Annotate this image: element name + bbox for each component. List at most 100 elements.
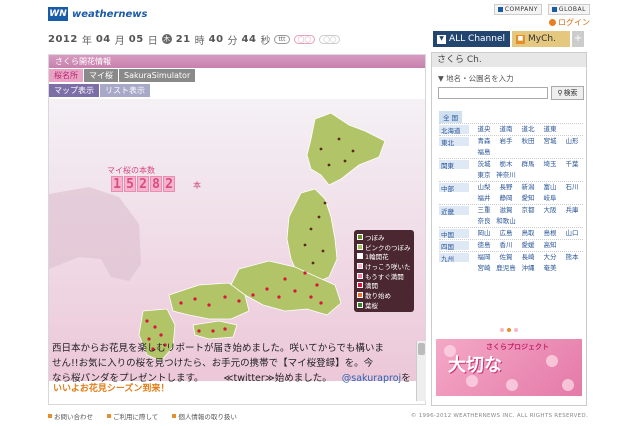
- prefecture-link[interactable]: 福井: [473, 194, 495, 203]
- region-name[interactable]: 四国: [439, 241, 469, 251]
- tab-all-channel[interactable]: ▼ ALL Channel: [433, 31, 510, 47]
- month: 04: [95, 33, 111, 45]
- sakura-project-banner[interactable]: さくらプロジェクト 大切な: [436, 339, 582, 396]
- twitter-link[interactable]: ≪twitter≫始めました。: [224, 373, 332, 384]
- weathernews-logo[interactable]: WN weathernews: [48, 7, 147, 21]
- global-link[interactable]: GLOBAL: [547, 4, 590, 15]
- prefecture-link[interactable]: 大分: [539, 253, 561, 262]
- hour-unit: 時: [194, 35, 205, 47]
- twitter-handle-link[interactable]: @sakuraproj: [342, 373, 401, 384]
- nav-sakura-simulator[interactable]: SakuraSimulator: [119, 69, 196, 82]
- prefecture-link[interactable]: 道央: [473, 125, 495, 134]
- prefecture-link[interactable]: 東京: [473, 171, 495, 180]
- add-tab-button[interactable]: +: [572, 31, 584, 47]
- prefecture-link[interactable]: 岐阜: [539, 194, 561, 203]
- prefecture-link[interactable]: 愛知: [517, 194, 539, 203]
- prefecture-link[interactable]: 徳島: [473, 241, 495, 250]
- region-name[interactable]: 北海道: [439, 125, 469, 135]
- prefecture-link[interactable]: 青森: [473, 137, 495, 146]
- legend-label: 満開: [365, 282, 378, 291]
- prefecture-link[interactable]: 山梨: [473, 183, 495, 192]
- prefecture-link[interactable]: 奄美: [539, 264, 561, 273]
- prefecture-link[interactable]: 茨城: [473, 160, 495, 169]
- scroll-thumb[interactable]: [418, 343, 425, 355]
- prefecture-link[interactable]: 鹿児島: [495, 264, 517, 273]
- privacy-link[interactable]: 個人情報の取り扱い: [172, 411, 237, 421]
- region-name[interactable]: 東北: [439, 137, 469, 147]
- tab-all-channel-label: ALL Channel: [449, 34, 505, 44]
- contact-link[interactable]: お問い合わせ: [48, 411, 93, 421]
- prefecture-link[interactable]: 道北: [517, 125, 539, 134]
- pager-dot-active[interactable]: [507, 328, 511, 332]
- prefecture-link[interactable]: 千葉: [561, 160, 583, 169]
- prefecture-link[interactable]: 宮崎: [473, 264, 495, 273]
- tab-my-channel[interactable]: ■ MyCh.: [512, 31, 570, 47]
- prefecture-link[interactable]: 京都: [517, 206, 539, 215]
- prefecture-link[interactable]: 長崎: [517, 253, 539, 262]
- news-scrollbar[interactable]: [416, 341, 426, 401]
- prefecture-link[interactable]: 岩手: [495, 137, 517, 146]
- prefecture-link[interactable]: 道東: [539, 125, 561, 134]
- map-view-button[interactable]: マップ表示: [49, 84, 99, 97]
- prefecture-link[interactable]: 宮城: [539, 137, 561, 146]
- prefecture-link[interactable]: 愛媛: [517, 241, 539, 250]
- company-link[interactable]: COMPANY: [493, 4, 542, 15]
- prefecture-link[interactable]: 和歌山: [495, 217, 517, 226]
- square-icon: [172, 414, 177, 418]
- nav-famous-spots[interactable]: 桜名所: [49, 69, 83, 82]
- square-icon: [551, 7, 557, 12]
- prefecture-link[interactable]: 山形: [561, 137, 583, 146]
- prefecture-link[interactable]: 熊本: [561, 253, 583, 262]
- prefecture-link[interactable]: 岡山: [473, 229, 495, 238]
- pager-dot[interactable]: [500, 328, 504, 332]
- legend-label: 1輪開花: [365, 253, 389, 262]
- ttt-toggle[interactable]: ttt: [274, 34, 290, 44]
- prefecture-link[interactable]: 広島: [495, 229, 517, 238]
- prefecture-link[interactable]: 島根: [539, 229, 561, 238]
- prefecture-link[interactable]: 道南: [495, 125, 517, 134]
- prefecture-link[interactable]: 静岡: [495, 194, 517, 203]
- terms-link[interactable]: ご利用に際して: [107, 411, 158, 421]
- prefecture-link[interactable]: 佐賀: [495, 253, 517, 262]
- pink-toggle[interactable]: ◯◯: [293, 34, 315, 44]
- region-all-japan[interactable]: 全 国: [439, 111, 463, 123]
- prefecture-link[interactable]: 沖縄: [517, 264, 539, 273]
- prefecture-link[interactable]: 滋賀: [495, 206, 517, 215]
- region-row: 北海道 道央 道南 道北 道東: [439, 123, 583, 135]
- place-search-input[interactable]: [438, 87, 548, 99]
- prefecture-link[interactable]: 山口: [561, 229, 583, 238]
- top-links: COMPANY GLOBAL: [493, 4, 590, 15]
- prefecture-link[interactable]: 三重: [473, 206, 495, 215]
- region-name[interactable]: 中部: [439, 183, 469, 193]
- search-button[interactable]: ⚲ 検索: [551, 86, 584, 100]
- prefecture-link[interactable]: 大阪: [539, 206, 561, 215]
- region-name[interactable]: 中国: [439, 229, 469, 239]
- region-name[interactable]: 近畿: [439, 206, 469, 216]
- prefecture-link[interactable]: 長野: [495, 183, 517, 192]
- login-link[interactable]: ログイン: [549, 17, 590, 28]
- legend-item: もうすぐ満開: [357, 271, 411, 281]
- prefecture-link[interactable]: 福岡: [473, 253, 495, 262]
- prefecture-link[interactable]: 兵庫: [561, 206, 583, 215]
- list-view-button[interactable]: リスト表示: [100, 84, 150, 97]
- prefecture-link[interactable]: 香川: [495, 241, 517, 250]
- prefecture-link[interactable]: 新潟: [517, 183, 539, 192]
- prefecture-link[interactable]: 鳥取: [517, 229, 539, 238]
- nav-my-sakura[interactable]: マイ桜: [84, 69, 118, 82]
- region-name[interactable]: 九州: [439, 253, 469, 263]
- prefecture-link[interactable]: 高知: [539, 241, 561, 250]
- prefecture-link[interactable]: 栃木: [495, 160, 517, 169]
- pager-dot[interactable]: [514, 328, 518, 332]
- prefecture-link[interactable]: 秋田: [517, 137, 539, 146]
- prefecture-link[interactable]: 富山: [539, 183, 561, 192]
- legend-item: 散り始め: [357, 290, 411, 300]
- region-name[interactable]: 関東: [439, 160, 469, 170]
- prefecture-link[interactable]: 群馬: [517, 160, 539, 169]
- prefecture-link[interactable]: 奈良: [473, 217, 495, 226]
- prefecture-link[interactable]: 石川: [561, 183, 583, 192]
- prefecture-link[interactable]: 福島: [473, 148, 495, 157]
- prefecture-link[interactable]: 神奈川: [495, 171, 517, 180]
- gray-toggle[interactable]: ◯◯: [318, 34, 341, 44]
- prefecture-link[interactable]: 埼玉: [539, 160, 561, 169]
- news-line-3d: を: [401, 373, 411, 384]
